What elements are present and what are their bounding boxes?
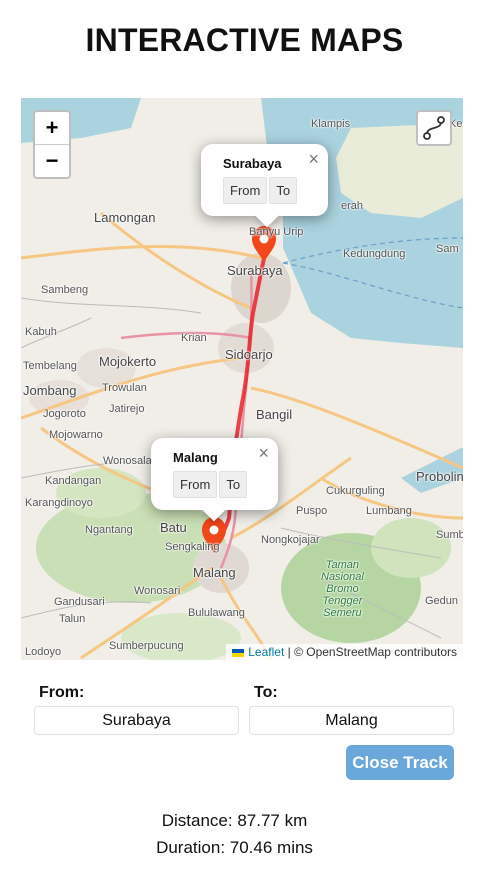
- popup-to-button[interactable]: To: [269, 177, 298, 204]
- label-bromo-park: Taman Nasional Bromo Tengger Semeru: [321, 559, 364, 619]
- route-toggle-button[interactable]: [416, 110, 452, 146]
- label-bangil: Bangil: [256, 407, 293, 422]
- zoom-control: + −: [33, 110, 71, 179]
- label-mojokerto: Mojokerto: [99, 354, 157, 369]
- label-cukurguling: Cukurguling: [326, 485, 385, 497]
- popup-close-button[interactable]: ×: [258, 443, 269, 464]
- from-label: From:: [39, 684, 85, 701]
- label-sumberpucung: Sumberpucung: [109, 640, 184, 652]
- page-title: INTERACTIVE MAPS: [85, 22, 404, 58]
- popup-title: Surabaya: [223, 156, 282, 171]
- close-track-button[interactable]: Close Track: [346, 745, 454, 780]
- label-probolinggo: Probolinggo: [416, 469, 463, 484]
- from-input[interactable]: Surabaya: [34, 706, 239, 735]
- attribution-text: | © OpenStreetMap contributors: [287, 645, 457, 659]
- popup-surabaya: × Surabaya From To: [201, 144, 328, 228]
- route-icon: [423, 116, 445, 140]
- label-puspo: Puspo: [296, 505, 328, 517]
- label-kabuh: Kabuh: [25, 326, 57, 338]
- popup-title: Malang: [173, 450, 218, 465]
- popup-from-button[interactable]: From: [223, 177, 268, 204]
- label-jogoroto: Jogoroto: [43, 408, 86, 420]
- label-krian: Krian: [181, 332, 207, 344]
- label-lamongan: Lamongan: [94, 210, 156, 225]
- label-gedung: Gedun: [425, 595, 459, 607]
- map-attribution: Leaflet | © OpenStreetMap contributors: [226, 644, 463, 660]
- distance-text: Distance: 87.77 km: [161, 811, 308, 830]
- label-sidoarjo: Sidoarjo: [225, 347, 273, 362]
- label-sumber: Sumber: [436, 529, 463, 541]
- label-tembelang: Tembelang: [23, 360, 77, 372]
- label-batu: Batu: [160, 520, 187, 535]
- map-view[interactable]: Lamongan Sambeng Kabuh Tembelang Jombang…: [21, 98, 463, 660]
- label-klampis: Klampis: [311, 118, 351, 130]
- popup-malang: × Malang From To: [151, 438, 278, 522]
- popup-close-button[interactable]: ×: [308, 149, 319, 170]
- popup-to-button[interactable]: To: [219, 471, 248, 498]
- label-karangdinoyo: Karangdinoyo: [25, 497, 93, 509]
- label-jombang: Jombang: [23, 383, 77, 398]
- label-nongkojajar: Nongkojajar: [261, 534, 320, 546]
- label-bululawang: Bululawang: [188, 607, 245, 619]
- label-ngantang: Ngantang: [85, 524, 133, 536]
- label-sengkaling: Sengkaling: [165, 541, 220, 553]
- to-label: To:: [254, 684, 278, 701]
- label-malang: Malang: [193, 565, 236, 580]
- label-sambeng: Sambeng: [41, 284, 89, 296]
- zoom-in-button[interactable]: +: [35, 112, 69, 145]
- label-jatirejo: Jatirejo: [109, 403, 145, 415]
- label-surabaya: Surabaya: [227, 263, 283, 278]
- label-kedungdung: Kedungdung: [343, 248, 406, 260]
- ukraine-flag-icon: [232, 648, 245, 657]
- label-gandusari: Gandusari: [54, 596, 105, 608]
- zoom-out-button[interactable]: −: [35, 145, 69, 177]
- popup-from-button[interactable]: From: [173, 471, 218, 498]
- leaflet-link[interactable]: Leaflet: [248, 645, 284, 659]
- label-banyu-urip: Banyu Urip: [249, 226, 304, 238]
- label-wonosari: Wonosari: [134, 585, 181, 597]
- label-kandangan: Kandangan: [45, 475, 102, 487]
- duration-text: Duration: 70.46 mins: [156, 838, 313, 857]
- label-lumbang: Lumbang: [366, 505, 412, 517]
- to-input[interactable]: Malang: [249, 706, 454, 735]
- label-trowulan: Trowulan: [102, 382, 147, 394]
- label-sam: Sam: [436, 243, 459, 255]
- label-mojowarno: Mojowarno: [49, 429, 103, 441]
- label-talun: Talun: [59, 613, 86, 625]
- label-erah: erah: [341, 200, 364, 212]
- label-lodoyo: Lodoyo: [25, 646, 62, 658]
